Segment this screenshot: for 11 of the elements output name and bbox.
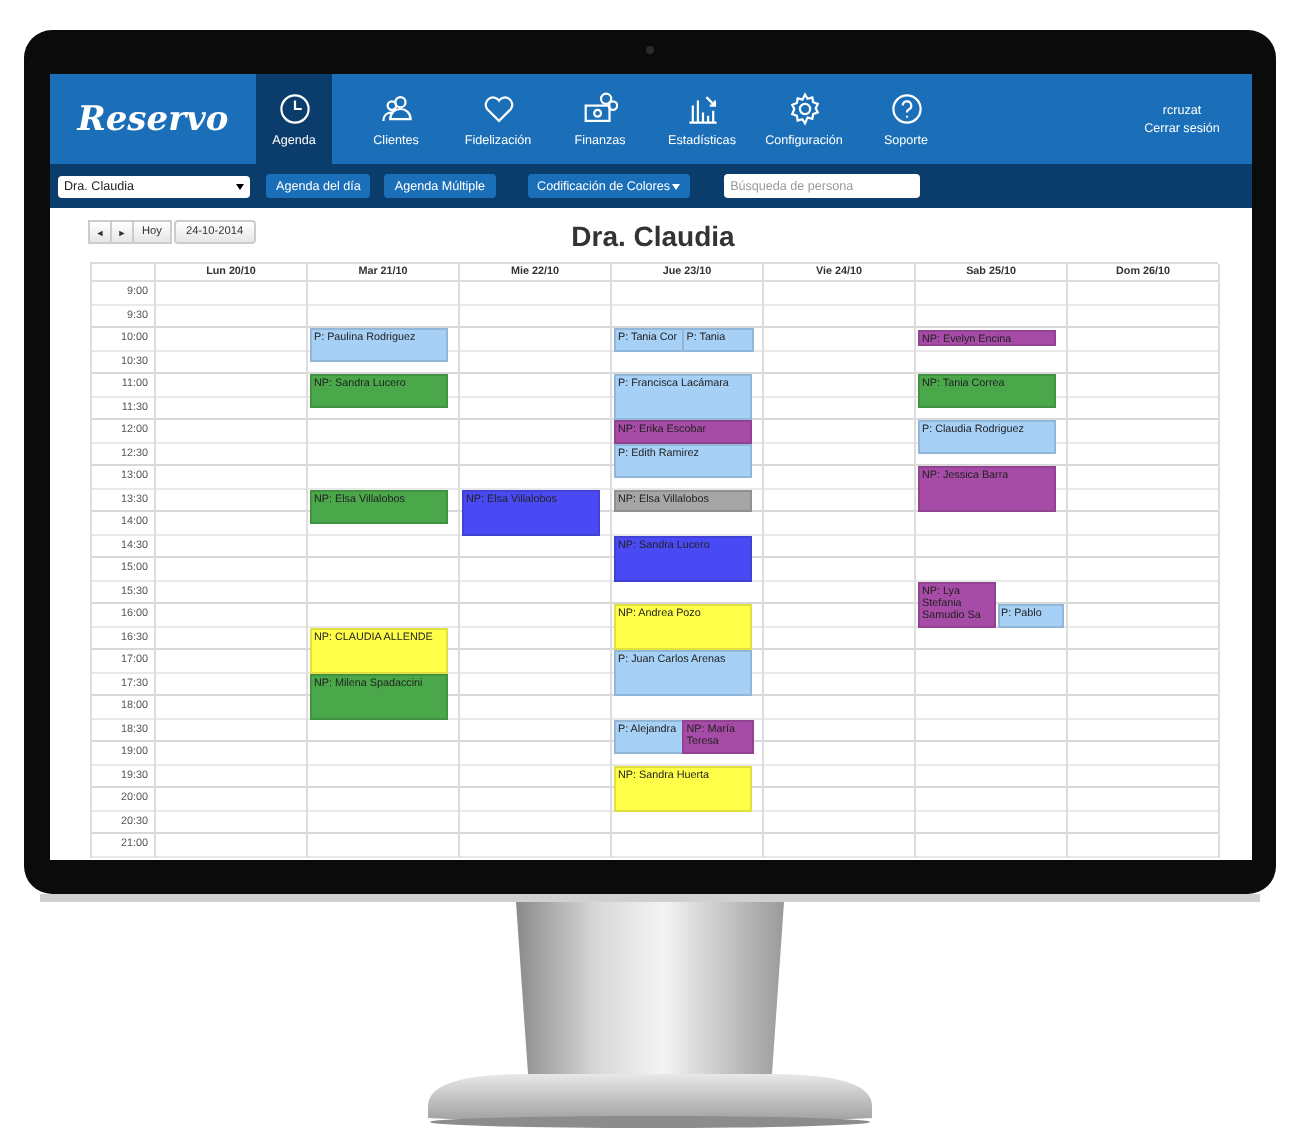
caret-icon — [236, 183, 244, 189]
settings-icon — [787, 91, 821, 125]
caret-icon — [672, 183, 681, 189]
help-icon — [889, 91, 923, 125]
clock-icon — [277, 91, 311, 125]
heart-icon — [481, 91, 515, 125]
logo[interactable]: Reservo — [50, 74, 256, 164]
bar-chart-icon — [685, 91, 719, 125]
money-icon — [583, 91, 617, 125]
people-icon — [379, 91, 413, 125]
calendar-title: Dra. Claudia — [571, 220, 735, 252]
